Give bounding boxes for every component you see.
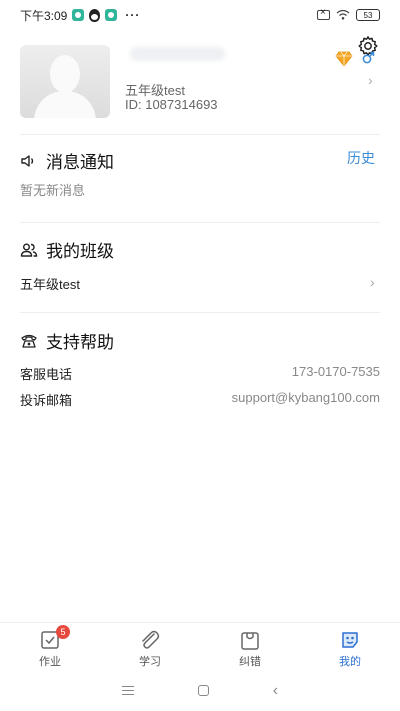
correction-bag-icon bbox=[241, 632, 259, 650]
recent-apps-icon[interactable] bbox=[121, 686, 134, 695]
telephone-icon bbox=[21, 334, 37, 348]
status-right: 53 bbox=[317, 7, 380, 21]
group-users-icon bbox=[20, 243, 38, 257]
paperclip-icon bbox=[142, 630, 160, 649]
hotline-label: 客服电话 bbox=[20, 367, 73, 382]
divider bbox=[20, 312, 380, 313]
divider bbox=[20, 222, 380, 223]
my-class-title: 我的班级 bbox=[46, 242, 114, 261]
nav-mine[interactable]: 我的 bbox=[300, 623, 400, 670]
mine-profile-icon bbox=[342, 632, 358, 648]
blurred-username bbox=[130, 47, 225, 61]
complaint-email-value[interactable]: support@kybang100.com bbox=[232, 390, 380, 405]
my-class-section-title: 我的班级 bbox=[20, 237, 114, 262]
no-messages-text: 暂无新消息 bbox=[20, 183, 86, 198]
nav-homework-label: 作业 bbox=[39, 656, 61, 668]
app-notification-icon-2 bbox=[105, 9, 118, 21]
hotline-value[interactable]: 173-0170-7535 bbox=[292, 364, 380, 379]
nav-correction[interactable]: 纠错 bbox=[200, 623, 300, 670]
status-bar: 下午3:09 ··· 53 bbox=[0, 0, 400, 30]
qq-icon bbox=[89, 8, 101, 22]
gender-male-icon bbox=[362, 51, 375, 64]
notifications-section-title: 消息通知 bbox=[20, 148, 114, 173]
battery-icon: 53 bbox=[356, 9, 380, 21]
wifi-icon bbox=[336, 10, 350, 20]
status-left: 下午3:09 ··· bbox=[20, 7, 140, 24]
support-title: 支持帮助 bbox=[46, 333, 114, 352]
status-time: 下午3:09 bbox=[20, 8, 68, 23]
bottom-nav: 5 作业 学习 纠错 我的 bbox=[0, 622, 400, 670]
back-icon[interactable]: ‹ bbox=[273, 682, 278, 700]
support-section-title: 支持帮助 bbox=[20, 328, 114, 353]
nav-mine-label: 我的 bbox=[339, 656, 361, 668]
avatar-body bbox=[34, 91, 96, 118]
notifications-title: 消息通知 bbox=[46, 153, 114, 172]
nav-study-label: 学习 bbox=[139, 656, 161, 668]
system-nav-bar: ‹ bbox=[0, 670, 400, 711]
app-notification-icon bbox=[72, 9, 85, 21]
home-icon[interactable] bbox=[197, 685, 209, 696]
divider bbox=[20, 134, 380, 135]
nav-study[interactable]: 学习 bbox=[100, 623, 200, 670]
profile-chevron-right-icon[interactable]: › bbox=[368, 72, 373, 88]
avatar[interactable] bbox=[20, 45, 110, 118]
class-chevron-right-icon[interactable]: › bbox=[370, 274, 375, 290]
nav-homework[interactable]: 5 作业 bbox=[0, 623, 100, 670]
more-notifications-icon: ··· bbox=[125, 8, 141, 22]
profile-user-id: ID: 1087314693 bbox=[125, 97, 218, 112]
history-link[interactable]: 历史 bbox=[347, 148, 375, 168]
homework-badge: 5 bbox=[56, 625, 70, 639]
sim-icon bbox=[317, 7, 330, 20]
speaker-icon bbox=[21, 154, 34, 167]
complaint-email-label: 投诉邮箱 bbox=[20, 393, 73, 408]
class-list-item[interactable]: 五年级test bbox=[20, 274, 80, 293]
vip-diamond-icon bbox=[335, 51, 353, 67]
avatar-head bbox=[50, 55, 80, 93]
nav-correction-label: 纠错 bbox=[239, 656, 261, 668]
